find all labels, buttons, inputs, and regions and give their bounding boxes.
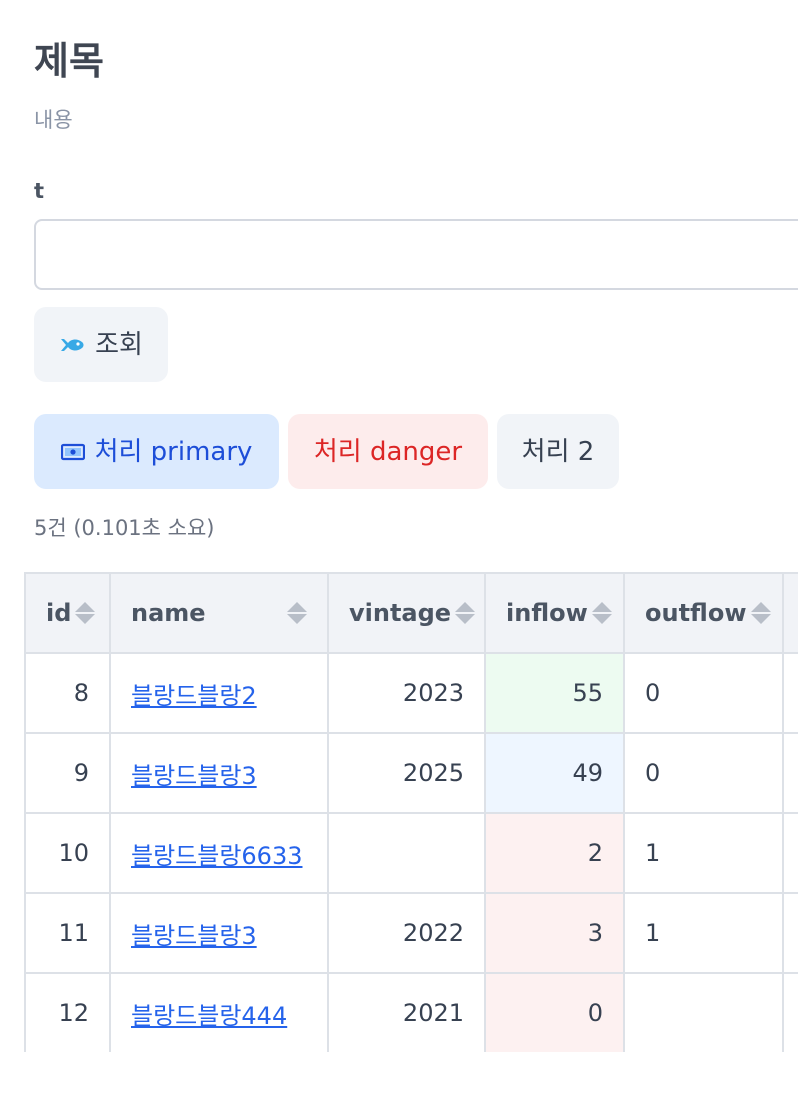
t-field-label: t xyxy=(34,179,45,203)
cell-vintage xyxy=(327,812,486,894)
search-button[interactable]: 조회 xyxy=(34,307,168,382)
cell-outflow: 1 xyxy=(623,812,784,894)
page: 제목 내용 t 조회 처리 primary 처리 danger 처리 2 5건 … xyxy=(0,0,798,1118)
table-row: 11 블랑드블랑3 2022 3 1 xyxy=(24,892,798,974)
search-button-label: 조회 xyxy=(95,329,143,360)
cell-id: 11 xyxy=(24,892,111,974)
table-row: 12 블랑드블랑444 2021 0 xyxy=(24,972,798,1052)
cell-name: 블랑드블랑444 xyxy=(109,972,329,1052)
cell-overflow xyxy=(782,972,798,1052)
cell-id: 9 xyxy=(24,732,111,814)
result-count: 5건 (0.101초 소요) xyxy=(34,516,215,540)
column-header-vintage[interactable]: vintage xyxy=(327,572,486,654)
cell-vintage: 2022 xyxy=(327,892,486,974)
table-row: 8 블랑드블랑2 2023 55 0 xyxy=(24,652,798,734)
cell-inflow: 55 xyxy=(484,652,625,734)
table-row: 9 블랑드블랑3 2025 49 0 xyxy=(24,732,798,814)
name-link[interactable]: 블랑드블랑2 xyxy=(131,682,257,710)
cell-inflow: 2 xyxy=(484,812,625,894)
cell-vintage: 2023 xyxy=(327,652,486,734)
cell-id: 8 xyxy=(24,652,111,734)
process-danger-label: 처리 danger xyxy=(313,436,463,467)
cell-outflow: 0 xyxy=(623,732,784,814)
cell-overflow xyxy=(782,732,798,814)
t-input[interactable] xyxy=(34,219,798,290)
process-danger-button[interactable]: 처리 danger xyxy=(288,414,488,489)
process-primary-button[interactable]: 처리 primary xyxy=(34,414,279,489)
table-header-row: id name vintage inflow outflow xyxy=(24,572,798,654)
name-link[interactable]: 블랑드블랑3 xyxy=(131,762,257,790)
sort-icon[interactable] xyxy=(750,602,771,624)
cell-overflow xyxy=(782,652,798,734)
cell-id: 12 xyxy=(24,972,111,1052)
column-header-label: inflow xyxy=(506,599,588,627)
column-header-overflow xyxy=(782,572,798,654)
column-header-label: id xyxy=(46,599,72,627)
name-link[interactable]: 블랑드블랑3 xyxy=(131,922,257,950)
name-link[interactable]: 블랑드블랑444 xyxy=(131,1002,287,1030)
cell-vintage: 2021 xyxy=(327,972,486,1052)
sort-icon[interactable] xyxy=(591,602,612,624)
cell-outflow: 1 xyxy=(623,892,784,974)
column-header-outflow[interactable]: outflow xyxy=(623,572,784,654)
cell-name: 블랑드블랑3 xyxy=(109,732,329,814)
cell-inflow: 0 xyxy=(484,972,625,1052)
name-link[interactable]: 블랑드블랑6633 xyxy=(131,842,302,870)
cell-vintage: 2025 xyxy=(327,732,486,814)
cell-inflow: 3 xyxy=(484,892,625,974)
process-second-button[interactable]: 처리 2 xyxy=(497,414,619,489)
cell-name: 블랑드블랑6633 xyxy=(109,812,329,894)
money-icon xyxy=(60,443,85,461)
cell-id: 10 xyxy=(24,812,111,894)
process-primary-label: 처리 primary xyxy=(94,436,253,467)
column-header-label: vintage xyxy=(349,599,452,627)
sort-icon[interactable] xyxy=(287,602,307,624)
cell-outflow: 0 xyxy=(623,652,784,734)
cell-outflow xyxy=(623,972,784,1052)
table-row: 10 블랑드블랑6633 2 1 xyxy=(24,812,798,894)
column-header-label: outflow xyxy=(645,599,747,627)
results-table: id name vintage inflow outflow 8 블랑드블랑2 … xyxy=(24,572,798,1052)
page-subtitle: 내용 xyxy=(34,108,73,132)
column-header-id[interactable]: id xyxy=(24,572,111,654)
column-header-label: name xyxy=(131,599,206,627)
cell-overflow xyxy=(782,892,798,974)
cell-inflow: 49 xyxy=(484,732,625,814)
page-title: 제목 xyxy=(34,39,104,83)
cell-name: 블랑드블랑2 xyxy=(109,652,329,734)
process-second-label: 처리 2 xyxy=(521,436,595,467)
fish-icon xyxy=(59,335,85,355)
column-header-name[interactable]: name xyxy=(109,572,329,654)
cell-name: 블랑드블랑3 xyxy=(109,892,329,974)
column-header-inflow[interactable]: inflow xyxy=(484,572,625,654)
sort-icon[interactable] xyxy=(455,602,476,624)
results-table-container[interactable]: id name vintage inflow outflow 8 블랑드블랑2 … xyxy=(24,572,798,1052)
cell-overflow xyxy=(782,812,798,894)
sort-icon[interactable] xyxy=(75,602,96,624)
